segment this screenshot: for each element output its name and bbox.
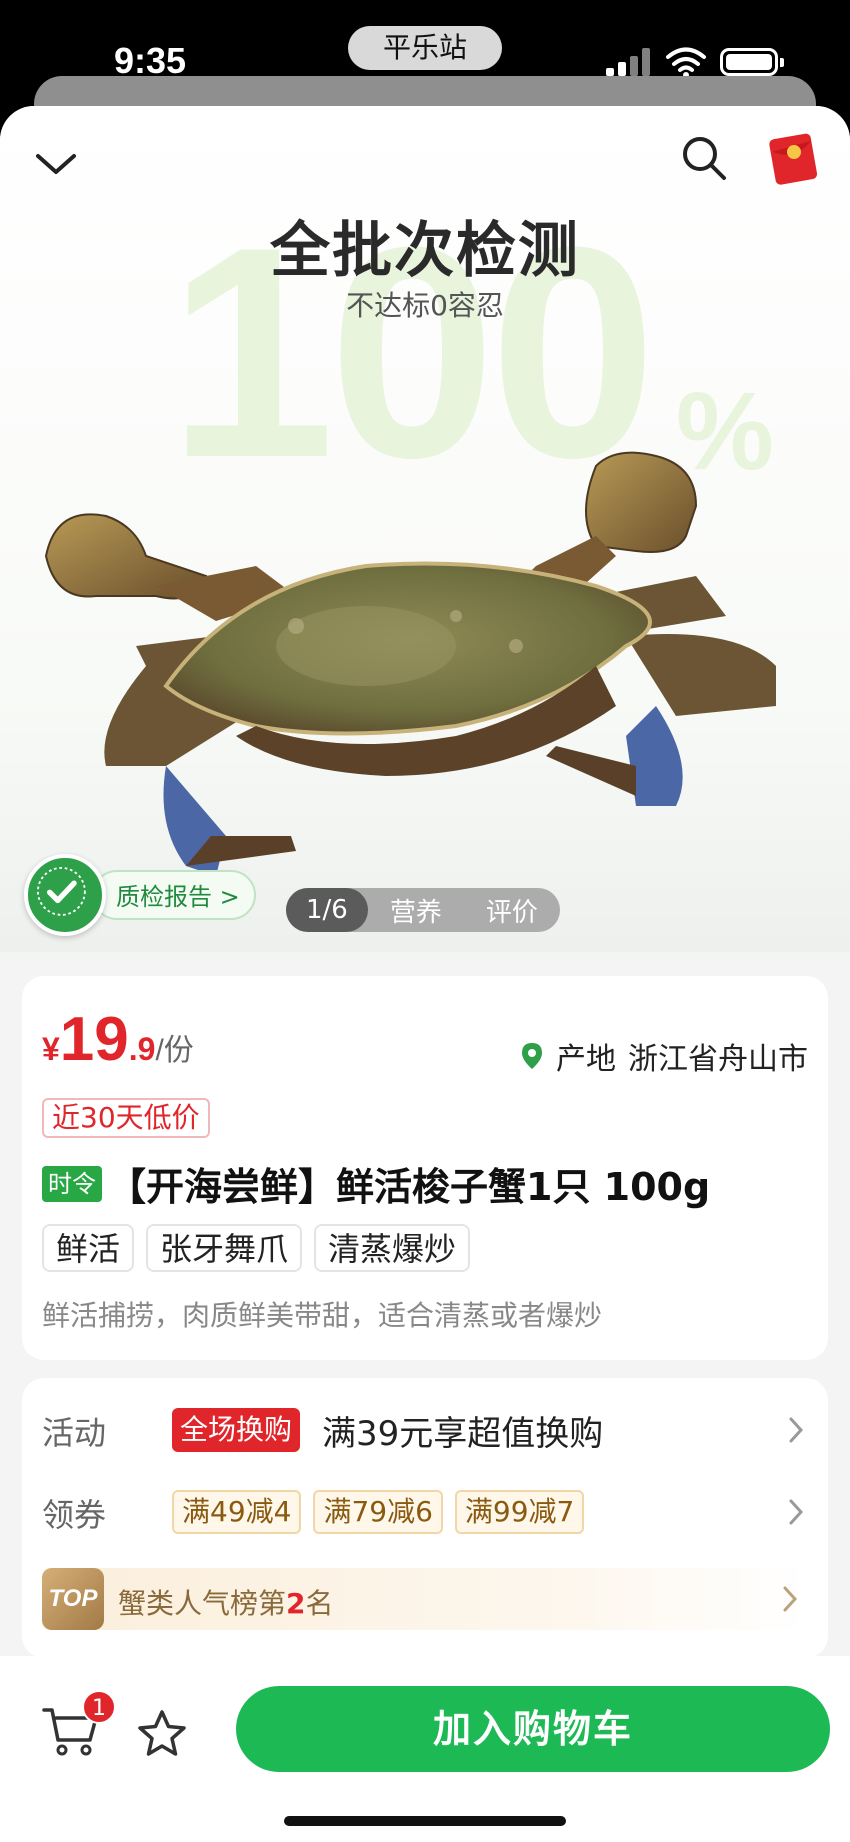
- product-title-row: 时令 【开海尝鲜】鲜活梭子蟹1只 100g: [42, 1156, 710, 1211]
- product-image-carousel[interactable]: 100 % 全批次检测 不达标0容忍 质检报告 > 1/6 营养 评价: [0, 106, 850, 952]
- top-badge: TOP: [42, 1568, 104, 1630]
- product-tag: 清蒸爆炒: [314, 1224, 471, 1272]
- product-tag: 张牙舞爪: [146, 1224, 303, 1272]
- coupon-chip[interactable]: 满79减6: [313, 1490, 443, 1534]
- activity-label: 活动: [42, 1414, 107, 1452]
- chevron-right-icon: [783, 1586, 798, 1612]
- chevron-right-icon[interactable]: [788, 1498, 804, 1526]
- activity-text[interactable]: 满39元享超值换购: [322, 1406, 603, 1455]
- hero-title: 全批次检测: [270, 216, 580, 286]
- promo-card: 活动 全场换购 满39元享超值换购 领券 满49减4 满79减6 满99减7 T…: [22, 1378, 828, 1658]
- origin-label: 产地: [556, 1042, 616, 1077]
- product-tags: 鲜活 张牙舞爪 清蒸爆炒: [42, 1224, 482, 1272]
- price: ¥19.9/份: [42, 1004, 194, 1075]
- rank-suffix: 名: [305, 1587, 334, 1620]
- cart-count-badge: 1: [82, 1690, 116, 1724]
- chevron-right-icon[interactable]: [788, 1416, 804, 1444]
- origin-value: 浙江省舟山市: [628, 1042, 808, 1077]
- activity-badge: 全场换购: [172, 1408, 301, 1452]
- red-packet-icon[interactable]: [768, 130, 820, 186]
- screen: 9:35 平乐站 100 % 全批次检测 不达标0容忍 质检报告 > 1/6 营…: [0, 0, 850, 1842]
- product-info-card: ¥19.9/份 产地 浙江省舟山市 近30天低价 时令 【开海尝鲜】鲜活梭子蟹1…: [22, 976, 828, 1360]
- search-icon[interactable]: [680, 134, 728, 182]
- low-price-badge: 近30天低价: [42, 1098, 210, 1138]
- signal-icon: [606, 48, 652, 76]
- origin: 产地 浙江省舟山市: [522, 1034, 808, 1078]
- pager-count: 1/6: [286, 888, 368, 932]
- carrier-pill: 平乐站: [348, 26, 502, 70]
- product-title: 【开海尝鲜】鲜活梭子蟹1只 100g: [108, 1165, 711, 1209]
- crab-image: [44, 451, 776, 876]
- price-integer: 19: [59, 1005, 129, 1074]
- quality-report-link[interactable]: 质检报告 >: [24, 854, 256, 936]
- season-badge: 时令: [42, 1165, 102, 1202]
- pager-tab-reviews[interactable]: 评价: [464, 892, 560, 929]
- wifi-icon: [666, 47, 706, 78]
- currency-symbol: ¥: [42, 1031, 60, 1067]
- rank-number: 2: [286, 1587, 306, 1620]
- product-tag: 鲜活: [42, 1224, 135, 1272]
- chevron-down-icon[interactable]: [34, 142, 78, 186]
- product-description: 鲜活捕捞，肉质鲜美带甜，适合清蒸或者爆炒: [42, 1299, 603, 1332]
- product-sheet: 100 % 全批次检测 不达标0容忍 质检报告 > 1/6 营养 评价 ¥19.…: [0, 106, 850, 1842]
- rank-prefix: 蟹类人气榜第: [118, 1587, 287, 1620]
- bottom-action-bar: 1 加入购物车: [0, 1656, 850, 1842]
- coupon-chip[interactable]: 满99减7: [454, 1490, 585, 1534]
- battery-icon: [720, 48, 784, 76]
- location-pin-icon: [522, 1043, 542, 1069]
- price-decimal: .9: [128, 1031, 156, 1067]
- hero-subtitle: 不达标0容忍: [346, 289, 504, 322]
- home-indicator: [284, 1816, 566, 1826]
- popularity-rank-banner[interactable]: TOP 蟹类人气榜第2名: [42, 1568, 808, 1630]
- star-icon[interactable]: [136, 1708, 188, 1760]
- image-pager[interactable]: 1/6 营养 评价: [286, 888, 560, 932]
- coupon-chip[interactable]: 满49减4: [172, 1490, 302, 1534]
- rank-text: 蟹类人气榜第2名: [118, 1582, 334, 1622]
- coupon-label: 领券: [42, 1496, 107, 1534]
- add-to-cart-button[interactable]: 加入购物车: [236, 1686, 830, 1772]
- quality-report-label: 质检报告 >: [92, 870, 256, 920]
- coupon-list: 满49减4 满79减6 满99减7: [172, 1490, 596, 1534]
- safe-food-badge-icon: [24, 854, 106, 936]
- pager-tab-nutrition[interactable]: 营养: [368, 892, 464, 929]
- price-unit: /份: [155, 1034, 194, 1067]
